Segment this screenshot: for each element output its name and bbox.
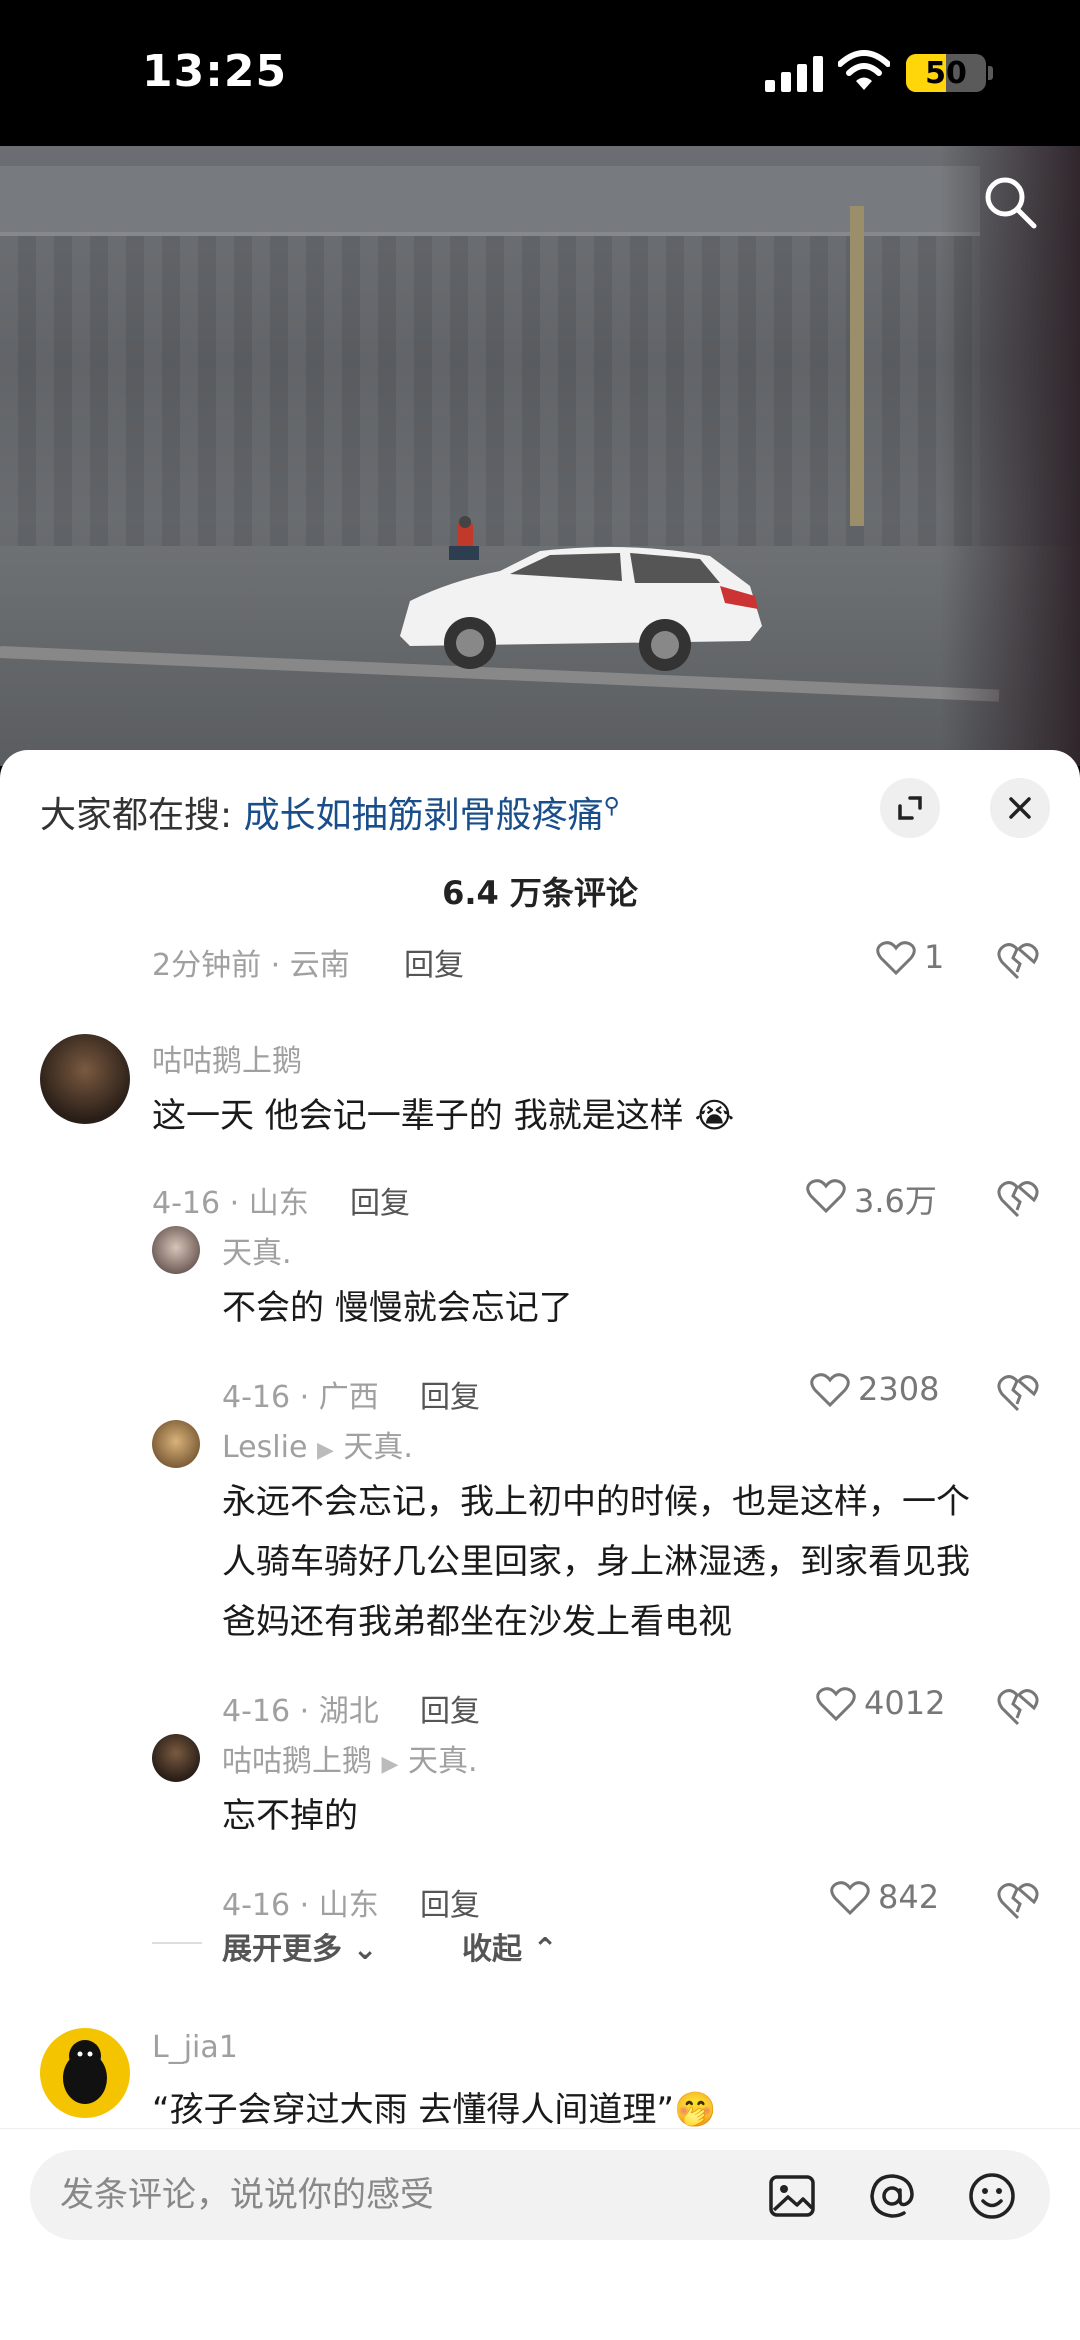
dislike-icon[interactable]: [996, 938, 1040, 982]
battery-tip: [988, 66, 993, 80]
reply-target[interactable]: 天真.: [343, 1430, 413, 1465]
reply-button[interactable]: 回复: [420, 1686, 480, 1730]
comment-text-line: 人骑车骑好几公里回家，身上淋湿透，到家看见我: [222, 1542, 970, 1582]
avatar[interactable]: [40, 1034, 130, 1124]
video-wall: [0, 236, 980, 576]
comment-meta: 2分钟前 · 云南: [152, 948, 350, 983]
avatar[interactable]: [152, 1420, 200, 1468]
reply-author[interactable]: Leslie: [222, 1430, 307, 1465]
comment-username[interactable]: 天真.: [222, 1228, 292, 1272]
comment-text-content: 这一天 他会记一辈子的 我就是这样: [152, 1096, 684, 1136]
avatar[interactable]: [152, 1226, 200, 1274]
like-count: 1: [924, 938, 945, 976]
search-icon[interactable]: [980, 172, 1040, 232]
at-mention-icon[interactable]: [866, 2170, 918, 2222]
comment-username[interactable]: Leslie ▶ 天真.: [222, 1422, 413, 1466]
hot-search-term[interactable]: 成长如抽筋剥骨般疼痛: [244, 795, 604, 836]
expand-more-label: 展开更多: [222, 1932, 342, 1967]
battery-level: 50: [925, 56, 967, 91]
video-bridge-beam: [0, 166, 980, 236]
close-sheet-button[interactable]: [990, 778, 1050, 838]
like-count: 842: [878, 1878, 940, 1916]
like-button[interactable]: 2308: [810, 1368, 960, 1412]
divider: [152, 1942, 202, 1944]
chevron-up-icon: ⌃: [532, 1932, 558, 1967]
heart-icon: [810, 1373, 850, 1408]
heart-icon: [806, 1179, 846, 1214]
like-button[interactable]: 1: [876, 936, 956, 980]
comment-meta: 4-16 · 湖北: [222, 1694, 379, 1729]
reply-target[interactable]: 天真.: [408, 1744, 478, 1779]
status-bar: 13:25 50: [0, 0, 1080, 146]
heart-icon: [876, 941, 916, 976]
reply-arrow-icon: ▶: [381, 1752, 399, 1777]
dislike-icon[interactable]: [996, 1176, 1040, 1220]
expand-more-button[interactable]: 展开更多 ⌄: [222, 1924, 378, 1968]
signal-icon: [765, 56, 825, 92]
avatar[interactable]: [40, 2028, 130, 2118]
comment-meta: 4-16 · 山东: [222, 1888, 379, 1923]
avatar[interactable]: [152, 1734, 200, 1782]
comment-text: 永远不会忘记，我上初中的时候，也是这样，一个 人骑车骑好几公里回家，身上淋湿透，…: [222, 1472, 1042, 1652]
video-frame[interactable]: [0, 146, 1080, 766]
like-button[interactable]: 842: [830, 1876, 960, 1920]
hot-search-prefix: 大家都在搜:: [40, 795, 233, 836]
hot-search-banner[interactable]: 大家都在搜: 成长如抽筋剥骨般疼痛⚲: [40, 786, 620, 838]
collapse-button[interactable]: 收起 ⌃: [462, 1924, 558, 1968]
wifi-icon: [838, 50, 890, 90]
like-count: 2308: [858, 1370, 940, 1408]
expand-icon: [898, 796, 922, 820]
video-edge-shade: [940, 146, 1080, 766]
reply-button[interactable]: 回复: [350, 1178, 410, 1222]
reply-button[interactable]: 回复: [420, 1372, 480, 1416]
comment-text-line: 永远不会忘记，我上初中的时候，也是这样，一个: [222, 1482, 970, 1522]
image-icon[interactable]: [766, 2170, 818, 2222]
comment-text-line: 爸妈还有我弟都坐在沙发上看电视: [222, 1602, 732, 1642]
like-count: 3.6万: [854, 1182, 937, 1220]
comment-text: 忘不掉的: [222, 1796, 358, 1836]
battery-icon: 50: [906, 54, 986, 92]
comment-text: 不会的 慢慢就会忘记了: [222, 1288, 573, 1328]
like-button[interactable]: 4012: [816, 1682, 966, 1726]
reply-button[interactable]: 回复: [404, 940, 464, 984]
comment-sheet: 大家都在搜: 成长如抽筋剥骨般疼痛⚲ 6.4 万条评论 2分钟前 · 云南 回复…: [0, 750, 1080, 2340]
close-icon: [1009, 797, 1031, 819]
comment-input[interactable]: [60, 2150, 760, 2240]
video-child-figure: [449, 516, 479, 560]
comment-username[interactable]: L_jia1: [152, 2030, 238, 2065]
dog-avatar-icon: [63, 2040, 107, 2104]
status-time: 13:25: [142, 46, 288, 97]
dislike-icon[interactable]: [996, 1684, 1040, 1728]
search-small-icon: ⚲: [603, 794, 620, 819]
expand-sheet-button[interactable]: [880, 778, 940, 838]
comment-input-bar[interactable]: [30, 2150, 1050, 2240]
reply-arrow-icon: ▶: [316, 1438, 334, 1463]
like-button[interactable]: 3.6万: [806, 1174, 956, 1220]
emoji-icon[interactable]: [966, 2170, 1018, 2222]
like-count: 4012: [864, 1684, 946, 1722]
heart-icon: [830, 1881, 870, 1916]
video-pipe: [850, 206, 864, 526]
reply-button[interactable]: 回复: [420, 1880, 480, 1924]
comment-meta: 4-16 · 广西: [222, 1380, 379, 1415]
comments-count-title: 6.4 万条评论: [442, 874, 638, 912]
heart-icon: [816, 1687, 856, 1722]
chevron-down-icon: ⌄: [352, 1932, 378, 1967]
crying-emoji-icon: 😭: [694, 1096, 735, 1136]
reply-author[interactable]: 咕咕鹅上鹅: [222, 1744, 372, 1779]
comment-text: 这一天 他会记一辈子的 我就是这样 😭: [152, 1086, 734, 1146]
dislike-icon[interactable]: [996, 1878, 1040, 1922]
comment-username[interactable]: 咕咕鹅上鹅: [152, 1036, 302, 1080]
dislike-icon[interactable]: [996, 1370, 1040, 1414]
comment-meta: 4-16 · 山东: [152, 1186, 309, 1221]
comment-text-content: “孩子会穿过大雨 去懂得人间道理”: [152, 2090, 675, 2130]
collapse-label: 收起: [462, 1932, 522, 1967]
blush-emoji-icon: 🤭: [674, 2090, 717, 2130]
comment-username[interactable]: 咕咕鹅上鹅 ▶ 天真.: [222, 1736, 478, 1780]
